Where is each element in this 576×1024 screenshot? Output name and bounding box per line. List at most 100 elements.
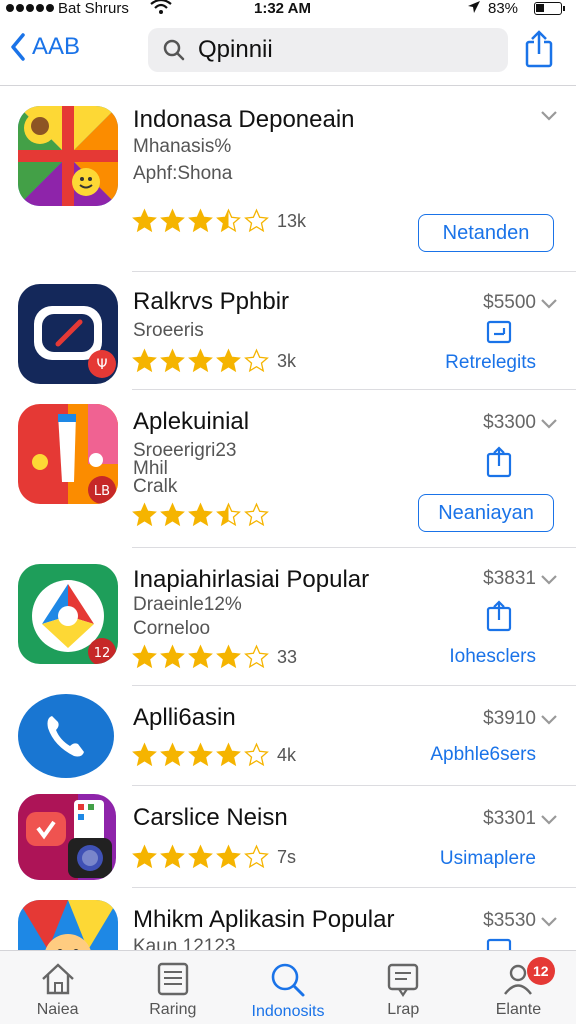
app-price: $3831 <box>483 568 536 589</box>
download-icon[interactable] <box>486 938 512 950</box>
app-icon: LB <box>18 404 118 504</box>
rating-count: 7s <box>277 846 297 867</box>
star-icon <box>132 502 157 527</box>
app-icon <box>18 106 118 206</box>
app-price: $3910 <box>483 708 536 729</box>
rating-count: 4k <box>277 744 297 765</box>
svg-text:12: 12 <box>94 646 111 661</box>
get-button[interactable]: Netanden <box>418 214 554 252</box>
signal-dots-icon <box>6 4 54 12</box>
tab-label: Elante <box>495 1001 542 1018</box>
app-icon <box>18 694 114 778</box>
search-input[interactable]: Qpinnii <box>148 28 508 72</box>
chevron-down-icon[interactable] <box>540 298 558 310</box>
app-icon <box>18 794 116 880</box>
app-icon <box>18 900 118 950</box>
star-icon <box>132 644 157 669</box>
rating-count: 13k <box>277 210 307 231</box>
app-subtitle: Kaun 12123 <box>133 936 236 950</box>
star-icon <box>132 348 157 373</box>
location-arrow-icon <box>467 0 481 17</box>
tab-label: Lrap <box>387 1001 420 1018</box>
tab-ranking[interactable]: Raring <box>115 951 230 1024</box>
app-name: Ralkrvs Pphbir <box>133 288 290 315</box>
list-item[interactable]: Ψ Ralkrvs Pphbir Sroeeris 3k $5500 Retre… <box>0 272 576 390</box>
tab-label: Naiea <box>36 1001 79 1018</box>
app-price: $5500 <box>483 292 536 313</box>
list-item[interactable]: Mhikm Aplikasin Popular Kaun 12123 $3530 <box>0 888 576 950</box>
star-icon <box>132 742 157 767</box>
list-item[interactable]: LB Aplekuinial Sroeerigri23 Mhil Cralk $… <box>0 390 576 548</box>
star-icon <box>188 208 213 233</box>
back-label: AAB <box>32 33 81 60</box>
star-icon <box>188 348 213 373</box>
list-item[interactable]: Aplli6asin 4k $3910 Apbhle6sers <box>0 686 576 786</box>
chevron-left-icon <box>11 33 25 61</box>
open-link[interactable]: Usimaplere <box>440 848 536 870</box>
star-rating: 33 <box>131 644 297 670</box>
list-item[interactable]: Indonasa Deponeain Mhanasis% Aphf:Shona … <box>0 88 576 272</box>
app-subtitle: Draeinle12% <box>133 594 242 615</box>
open-link[interactable]: Apbhle6sers <box>430 744 536 766</box>
star-icon <box>188 644 213 669</box>
app-subtitle: Corneloo <box>133 618 211 639</box>
star-icon <box>216 502 241 527</box>
tab-search[interactable]: Indonosits <box>230 951 345 1024</box>
star-icon <box>244 742 269 767</box>
download-icon[interactable] <box>486 320 512 346</box>
carrier-name: Bat Shrurs <box>58 0 129 17</box>
svg-text:LB: LB <box>94 484 110 499</box>
star-icon <box>216 208 241 233</box>
search-icon <box>163 39 185 61</box>
app-subtitle: Sroeeris <box>133 320 204 341</box>
chevron-down-icon[interactable] <box>540 418 558 430</box>
download-icon[interactable] <box>486 600 512 632</box>
share-button[interactable] <box>522 30 556 73</box>
back-button[interactable]: AAB <box>10 33 80 61</box>
download-icon[interactable] <box>486 446 512 478</box>
app-price: $3301 <box>483 808 536 829</box>
rating-count: 33 <box>277 646 298 667</box>
clock: 1:32 AM <box>254 0 311 17</box>
star-icon <box>160 502 185 527</box>
tab-updates[interactable]: Lrap <box>346 951 461 1024</box>
chevron-down-icon[interactable] <box>540 110 558 122</box>
app-subtitle: Mhanasis% <box>133 136 232 157</box>
star-icon <box>160 844 185 869</box>
chevron-down-icon[interactable] <box>540 814 558 826</box>
star-icon <box>244 844 269 869</box>
app-name: Aplekuinial <box>133 408 250 435</box>
app-price: $3300 <box>483 412 536 433</box>
app-name: Inapiahirlasiai Popular <box>133 566 370 593</box>
get-button[interactable]: Neaniayan <box>418 494 554 532</box>
chart-list-icon <box>157 962 188 996</box>
tab-account[interactable]: 12 Elante <box>461 951 576 1024</box>
star-icon <box>160 742 185 767</box>
status-bar: Bat Shrurs 1:32 AM 83% <box>0 0 576 20</box>
star-rating <box>131 502 271 528</box>
star-icon <box>216 844 241 869</box>
app-price: $3530 <box>483 910 536 931</box>
star-icon <box>188 742 213 767</box>
list-item[interactable]: 12 Inapiahirlasiai Popular Draeinle12% C… <box>0 548 576 686</box>
star-icon <box>188 502 213 527</box>
star-rating: 13k <box>131 208 306 234</box>
star-rating: 7s <box>131 844 296 870</box>
chevron-down-icon[interactable] <box>540 574 558 586</box>
star-icon <box>160 208 185 233</box>
notification-badge: 12 <box>526 957 555 985</box>
chevron-down-icon[interactable] <box>540 714 558 726</box>
open-link[interactable]: Retrelegits <box>445 352 536 374</box>
app-name: Carslice Neisn <box>133 804 288 831</box>
star-icon <box>188 844 213 869</box>
app-subtitle: Cralk <box>133 476 178 497</box>
star-icon <box>244 644 269 669</box>
star-icon <box>216 742 241 767</box>
rating-count: 3k <box>277 350 297 371</box>
chevron-down-icon[interactable] <box>540 916 558 928</box>
tab-home[interactable]: Naiea <box>0 951 115 1024</box>
star-rating: 3k <box>131 348 296 374</box>
star-rating: 4k <box>131 742 296 768</box>
list-item[interactable]: Carslice Neisn 7s $3301 Usimaplere <box>0 786 576 888</box>
open-link[interactable]: Iohesclers <box>449 646 536 668</box>
